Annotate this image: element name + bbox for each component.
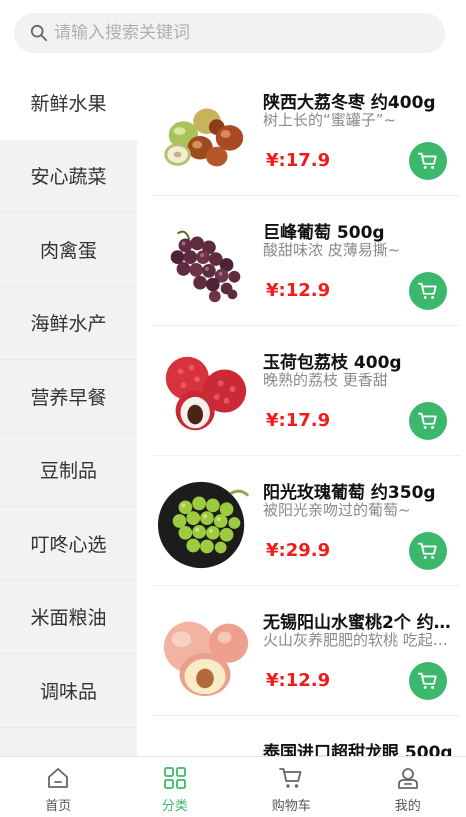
home-icon — [48, 768, 69, 788]
sidebar-item-dingdong[interactable]: 叮咚心选 — [0, 507, 137, 581]
sidebar-item-soy[interactable]: 豆制品 — [0, 434, 137, 507]
cart-icon — [417, 412, 437, 429]
search-icon — [30, 24, 48, 42]
product-card[interactable]: 巨峰葡萄 500g 酸甜味浓 皮薄易撕~ ¥:12.9 — [152, 196, 460, 326]
sidebar-item-seasoning[interactable]: 调味品 — [0, 654, 137, 728]
product-price: ¥:29.9 — [266, 540, 331, 561]
product-image-grapes — [170, 230, 241, 303]
tab-category[interactable]: 分类 — [117, 757, 234, 817]
product-card[interactable]: 泰国进口超甜龙眼 500g — [152, 716, 460, 756]
product-title: 泰国进口超甜龙眼 500g — [263, 743, 453, 756]
product-card[interactable]: 无锡阳山水蜜桃2个 约500g 火山灰养肥肥的软桃 吃起来汁水丰富 ¥:12.9 — [152, 586, 460, 716]
product-card[interactable]: 阳光玫瑰葡萄 约350g 被阳光亲吻过的葡萄~ ¥:29.9 — [152, 456, 460, 586]
tab-label: 我的 — [394, 799, 421, 814]
search-bar — [0, 0, 466, 66]
sidebar-item-grain-oil[interactable]: 米面粮油 — [0, 581, 137, 654]
tab-home[interactable]: 首页 — [0, 757, 117, 817]
product-image-jujube — [164, 108, 244, 167]
tab-label: 分类 — [161, 799, 188, 814]
product-subtitle: 晚熟的荔枝 更香甜 — [263, 371, 388, 389]
product-card[interactable]: 陕西大荔冬枣 约400g 树上长的“蜜罐子”~ ¥:17.9 — [152, 66, 460, 196]
search-input[interactable] — [54, 13, 434, 53]
cart-icon — [279, 768, 302, 788]
product-image-lychee — [165, 356, 247, 431]
product-card[interactable]: 玉荷包荔枝 400g 晚熟的荔枝 更香甜 ¥:17.9 — [152, 326, 460, 456]
sidebar-item-seafood[interactable]: 海鲜水产 — [0, 287, 137, 360]
product-subtitle: 被阳光亲吻过的葡萄~ — [263, 501, 411, 519]
sidebar-item-breakfast[interactable]: 营养早餐 — [0, 360, 137, 434]
tab-cart[interactable]: 购物车 — [233, 757, 350, 817]
product-subtitle: 树上长的“蜜罐子”~ — [263, 111, 397, 129]
product-list: 陕西大荔冬枣 约400g 树上长的“蜜罐子”~ ¥:17.9 巨峰葡萄 500g… — [152, 66, 460, 756]
cart-icon — [417, 542, 437, 559]
sidebar-item-fruit[interactable]: 新鲜水果 — [0, 66, 137, 140]
tab-label: 购物车 — [271, 799, 311, 814]
add-to-cart-button[interactable] — [409, 662, 447, 700]
cart-icon — [417, 282, 437, 299]
category-sidebar: 新鲜水果 安心蔬菜 肉禽蛋 海鲜水产 营养早餐 豆制品 叮咚心选 米面粮油 调味… — [0, 66, 137, 756]
search-box[interactable] — [14, 13, 445, 53]
cart-icon — [417, 672, 437, 689]
product-price: ¥:12.9 — [266, 670, 331, 691]
add-to-cart-button[interactable] — [409, 402, 447, 440]
product-image-peach — [163, 621, 249, 697]
tab-label: 首页 — [45, 799, 72, 814]
product-price: ¥:17.9 — [266, 410, 331, 431]
user-icon — [397, 768, 418, 789]
sidebar-item-meat-eggs[interactable]: 肉禽蛋 — [0, 213, 137, 287]
product-subtitle: 酸甜味浓 皮薄易撕~ — [263, 241, 401, 259]
grid-icon — [163, 767, 186, 789]
product-image-green-grapes — [157, 481, 250, 569]
cart-icon — [417, 152, 437, 169]
bottom-tab-bar: 首页 分类 购物车 我的 — [0, 756, 466, 817]
product-price: ¥:12.9 — [266, 280, 331, 301]
add-to-cart-button[interactable] — [409, 532, 447, 570]
product-price: ¥:17.9 — [266, 150, 331, 171]
add-to-cart-button[interactable] — [409, 142, 447, 180]
tab-profile[interactable]: 我的 — [350, 757, 466, 817]
sidebar-item-vegetables[interactable]: 安心蔬菜 — [0, 140, 137, 213]
product-subtitle: 火山灰养肥肥的软桃 吃起来汁水丰富 — [263, 631, 457, 649]
add-to-cart-button[interactable] — [409, 272, 447, 310]
